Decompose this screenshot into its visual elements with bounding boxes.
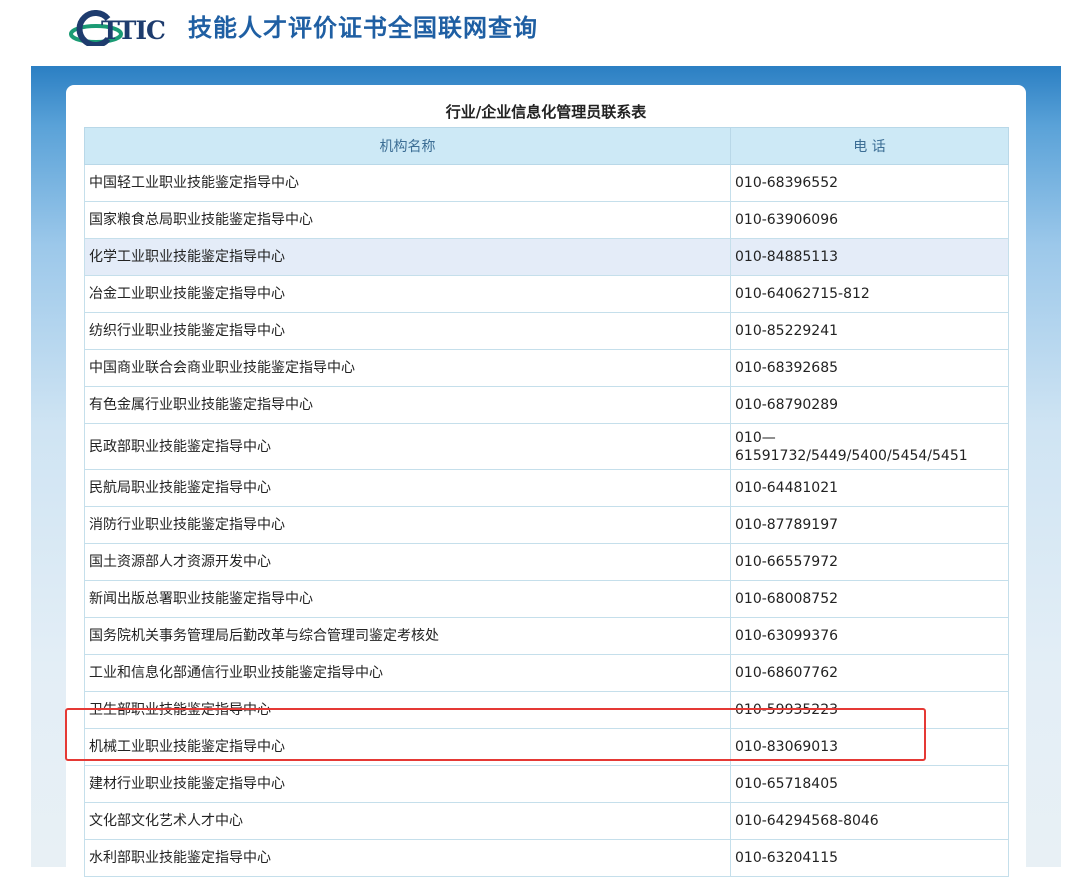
org-name-cell: 消防行业职业技能鉴定指导中心 xyxy=(84,506,731,544)
phone-cell: 010-63099376 xyxy=(730,617,1009,655)
table-row: 工业和信息化部通信行业职业技能鉴定指导中心 010-68607762 xyxy=(84,654,1009,692)
phone-cell: 010-64294568-8046 xyxy=(730,802,1009,840)
phone-cell: 010-63204115 xyxy=(730,839,1009,877)
table-row: 文化部文化艺术人才中心 010-64294568-8046 xyxy=(84,802,1009,840)
table-row: 冶金工业职业技能鉴定指导中心 010-64062715-812 xyxy=(84,275,1009,313)
org-name-cell: 水利部职业技能鉴定指导中心 xyxy=(84,839,731,877)
phone-cell: 010—61591732/5449/5400/5454/5451 xyxy=(730,423,1009,470)
table-caption: 行业/企业信息化管理员联系表 xyxy=(445,103,647,121)
org-name-cell: 建材行业职业技能鉴定指导中心 xyxy=(84,765,731,803)
org-name-cell: 国土资源部人才资源开发中心 xyxy=(84,543,731,581)
org-name-cell: 民政部职业技能鉴定指导中心 xyxy=(84,423,731,470)
table-row: 水利部职业技能鉴定指导中心 010-63204115 xyxy=(84,839,1009,877)
table-row-marked: 机械工业职业技能鉴定指导中心 010-83069013 xyxy=(84,728,1009,766)
phone-cell: 010-68790289 xyxy=(730,386,1009,424)
org-name-cell: 国务院机关事务管理局后勤改革与综合管理司鉴定考核处 xyxy=(84,617,731,655)
org-name-cell: 化学工业职业技能鉴定指导中心 xyxy=(84,238,731,276)
table-row: 中国轻工业职业技能鉴定指导中心 010-68396552 xyxy=(84,164,1009,202)
table-row: 民政部职业技能鉴定指导中心 010—61591732/5449/5400/5454… xyxy=(84,423,1009,470)
phone-cell: 010-68607762 xyxy=(730,654,1009,692)
org-name-cell: 文化部文化艺术人才中心 xyxy=(84,802,731,840)
table-row-highlighted: 化学工业职业技能鉴定指导中心 010-84885113 xyxy=(84,238,1009,276)
table-row: 国务院机关事务管理局后勤改革与综合管理司鉴定考核处 010-63099376 xyxy=(84,617,1009,655)
table-row: 纺织行业职业技能鉴定指导中心 010-85229241 xyxy=(84,312,1009,350)
table-row: 国土资源部人才资源开发中心 010-66557972 xyxy=(84,543,1009,581)
phone-cell: 010-59935223 xyxy=(730,691,1009,729)
table-row: 国家粮食总局职业技能鉴定指导中心 010-63906096 xyxy=(84,201,1009,239)
org-name-cell: 机械工业职业技能鉴定指导中心 xyxy=(84,728,731,766)
org-name-cell: 中国轻工业职业技能鉴定指导中心 xyxy=(84,164,731,202)
org-name-cell: 国家粮食总局职业技能鉴定指导中心 xyxy=(84,201,731,239)
svg-text:TTIC: TTIC xyxy=(101,16,165,45)
org-name-cell: 民航局职业技能鉴定指导中心 xyxy=(84,469,731,507)
table-row: 中国商业联合会商业职业技能鉴定指导中心 010-68392685 xyxy=(84,349,1009,387)
org-name-cell: 工业和信息化部通信行业职业技能鉴定指导中心 xyxy=(84,654,731,692)
table-row: 消防行业职业技能鉴定指导中心 010-87789197 xyxy=(84,506,1009,544)
column-header-phone: 电 话 xyxy=(730,127,1009,165)
phone-cell: 010-68008752 xyxy=(730,580,1009,618)
site-title: 技能人才评价证书全国联网查询 xyxy=(188,14,538,42)
contacts-table: 机构名称 电 话 中国轻工业职业技能鉴定指导中心 010-68396552 国家粮… xyxy=(84,127,1009,877)
phone-cell: 010-68392685 xyxy=(730,349,1009,387)
table-row: 卫生部职业技能鉴定指导中心 010-59935223 xyxy=(84,691,1009,729)
phone-cell: 010-85229241 xyxy=(730,312,1009,350)
phone-cell: 010-64481021 xyxy=(730,469,1009,507)
org-name-cell: 新闻出版总署职业技能鉴定指导中心 xyxy=(84,580,731,618)
table-row: 有色金属行业职业技能鉴定指导中心 010-68790289 xyxy=(84,386,1009,424)
phone-cell: 010-83069013 xyxy=(730,728,1009,766)
phone-cell: 010-63906096 xyxy=(730,201,1009,239)
org-name-cell: 有色金属行业职业技能鉴定指导中心 xyxy=(84,386,731,424)
org-name-cell: 冶金工业职业技能鉴定指导中心 xyxy=(84,275,731,313)
org-name-cell: 中国商业联合会商业职业技能鉴定指导中心 xyxy=(84,349,731,387)
phone-cell: 010-65718405 xyxy=(730,765,1009,803)
column-header-org-name: 机构名称 xyxy=(84,127,731,165)
org-name-cell: 卫生部职业技能鉴定指导中心 xyxy=(84,691,731,729)
table-row: 建材行业职业技能鉴定指导中心 010-65718405 xyxy=(84,765,1009,803)
phone-cell: 010-64062715-812 xyxy=(730,275,1009,313)
ettic-logo[interactable]: TTIC xyxy=(68,10,180,46)
site-header: TTIC 技能人才评价证书全国联网查询 xyxy=(0,0,1080,66)
phone-cell: 010-66557972 xyxy=(730,543,1009,581)
table-row: 民航局职业技能鉴定指导中心 010-64481021 xyxy=(84,469,1009,507)
phone-cell: 010-84885113 xyxy=(730,238,1009,276)
org-name-cell: 纺织行业职业技能鉴定指导中心 xyxy=(84,312,731,350)
phone-cell: 010-87789197 xyxy=(730,506,1009,544)
table-header-row: 机构名称 电 话 xyxy=(84,127,1009,165)
table-row: 新闻出版总署职业技能鉴定指导中心 010-68008752 xyxy=(84,580,1009,618)
phone-cell: 010-68396552 xyxy=(730,164,1009,202)
